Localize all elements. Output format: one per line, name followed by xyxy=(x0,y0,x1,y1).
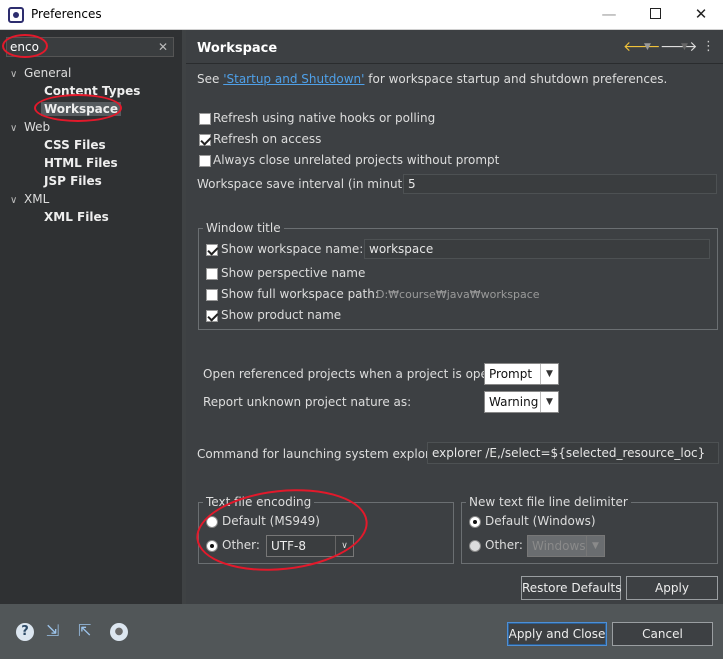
expand-chevron-icon[interactable]: ∨ xyxy=(10,192,24,210)
close-unrelated-label[interactable]: Always close unrelated projects without … xyxy=(213,153,499,167)
apply-and-close-button[interactable]: Apply and Close xyxy=(507,622,607,646)
delimiter-other-select[interactable]: Windows ▼ xyxy=(527,535,605,557)
delimiter-other-label[interactable]: Other: xyxy=(485,538,523,552)
maximize-icon xyxy=(649,7,661,19)
show-perspective-name-checkbox[interactable] xyxy=(206,268,218,280)
forward-arrow-icon[interactable]: 🡒 xyxy=(660,38,698,55)
show-product-name-checkbox[interactable] xyxy=(206,310,218,322)
delimiter-default-label[interactable]: Default (Windows) xyxy=(485,514,596,528)
back-history-dropdown-icon[interactable]: ▼ xyxy=(644,42,651,52)
show-perspective-name-label[interactable]: Show perspective name xyxy=(221,266,365,280)
window-title-group-label: Window title xyxy=(203,221,284,235)
open-referenced-label: Open referenced projects when a project … xyxy=(203,367,515,381)
close-unrelated-checkbox[interactable] xyxy=(199,155,211,167)
record-icon[interactable]: ● xyxy=(110,623,128,641)
cancel-button[interactable]: Cancel xyxy=(612,622,713,646)
startup-shutdown-link[interactable]: 'Startup and Shutdown' xyxy=(223,72,364,86)
intro-text: See 'Startup and Shutdown' for workspace… xyxy=(197,72,668,86)
page-title: Workspace xyxy=(197,41,278,56)
export-icon[interactable]: ⇱ xyxy=(78,621,91,640)
annotation-circle-workspace xyxy=(34,94,122,122)
refresh-access-checkbox[interactable] xyxy=(199,134,211,146)
system-explorer-label: Command for launching system explorer: xyxy=(197,447,446,461)
full-path-value: D:₩course₩java₩workspace xyxy=(376,288,540,301)
import-icon[interactable]: ⇲ xyxy=(46,621,59,640)
show-product-name-label[interactable]: Show product name xyxy=(221,308,341,322)
tree-item-jsp-files[interactable]: JSP Files xyxy=(44,172,102,190)
expand-chevron-icon[interactable]: ∨ xyxy=(10,120,24,138)
dialog-footer: ? ⇲ ⇱ ● Apply and Close Cancel xyxy=(0,604,723,659)
chevron-down-icon: ▼ xyxy=(586,536,604,556)
expand-chevron-icon[interactable]: ∨ xyxy=(10,66,24,84)
workspace-name-input[interactable]: workspace xyxy=(364,239,710,259)
apply-button[interactable]: Apply xyxy=(626,576,718,600)
restore-defaults-button[interactable]: Restore Defaults xyxy=(521,576,621,600)
tree-item-xml[interactable]: ∨ XML xyxy=(10,190,49,208)
window-title: Preferences xyxy=(31,7,102,21)
refresh-native-checkbox[interactable] xyxy=(199,113,211,125)
back-arrow-icon[interactable]: 🡐 xyxy=(623,38,661,55)
view-menu-icon[interactable]: ⋮ xyxy=(702,39,715,54)
chevron-down-icon: ▼ xyxy=(540,364,558,384)
tree-item-general[interactable]: ∨ General xyxy=(10,64,71,82)
tree-item-html-files[interactable]: HTML Files xyxy=(44,154,118,172)
show-workspace-name-checkbox[interactable] xyxy=(206,244,218,256)
system-explorer-input[interactable]: explorer /E,/select=${selected_resource_… xyxy=(427,442,719,464)
save-interval-label: Workspace save interval (in minutes): xyxy=(197,177,425,191)
tree-item-web[interactable]: ∨ Web xyxy=(10,118,50,136)
minimize-button[interactable]: — xyxy=(587,2,631,26)
show-full-path-label[interactable]: Show full workspace path: xyxy=(221,287,379,301)
forward-history-dropdown-icon[interactable]: ▼ xyxy=(681,42,688,52)
show-workspace-name-label[interactable]: Show workspace name: xyxy=(221,242,363,256)
page-header: Workspace 🡐 ▼ 🡒 ▼ ⋮ xyxy=(186,30,723,64)
save-interval-input[interactable]: 5 xyxy=(403,174,717,194)
tree-item-xml-files[interactable]: XML Files xyxy=(44,208,109,226)
annotation-circle-filter xyxy=(2,34,48,58)
help-icon[interactable]: ? xyxy=(16,623,34,641)
maximize-button[interactable] xyxy=(633,2,677,26)
delimiter-other-radio[interactable] xyxy=(469,540,481,552)
chevron-down-icon: ▼ xyxy=(540,392,558,412)
report-unknown-select[interactable]: Warning ▼ xyxy=(484,391,559,413)
title-bar: Preferences — ✕ xyxy=(0,0,723,30)
clear-filter-icon[interactable]: ✕ xyxy=(158,37,168,57)
close-button[interactable]: ✕ xyxy=(679,2,723,26)
refresh-native-label[interactable]: Refresh using native hooks or polling xyxy=(213,111,435,125)
show-full-path-checkbox[interactable] xyxy=(206,289,218,301)
eclipse-app-icon xyxy=(8,7,24,23)
line-delimiter-group-label: New text file line delimiter xyxy=(466,495,631,509)
report-unknown-label: Report unknown project nature as: xyxy=(203,395,412,409)
open-referenced-select[interactable]: Prompt ▼ xyxy=(484,363,559,385)
delimiter-default-radio[interactable] xyxy=(469,516,481,528)
refresh-access-label[interactable]: Refresh on access xyxy=(213,132,321,146)
tree-item-css-files[interactable]: CSS Files xyxy=(44,136,106,154)
